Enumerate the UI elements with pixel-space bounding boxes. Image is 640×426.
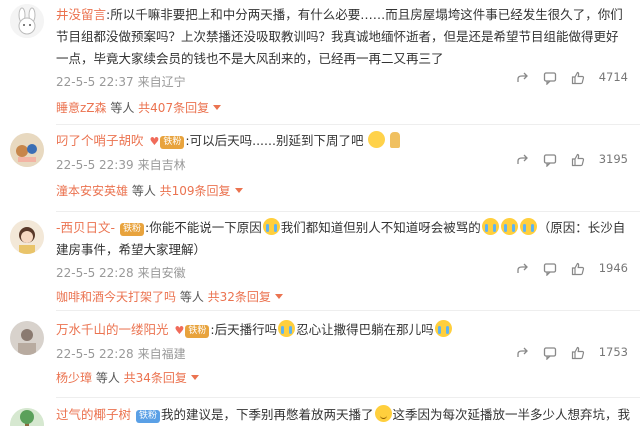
like-count: 1753 bbox=[598, 345, 628, 359]
figure-emoji-icon bbox=[390, 132, 401, 148]
avatar[interactable] bbox=[10, 133, 44, 167]
avatar[interactable] bbox=[10, 4, 44, 38]
location: 来自安徽 bbox=[137, 266, 186, 280]
comment-actions: 1753 bbox=[506, 345, 628, 360]
comment-item: 井没留言:所以千嘛非要把上和中分两天播，有什么必要……而且房屋塌垮这件事已经发生… bbox=[0, 0, 640, 124]
avatar[interactable] bbox=[10, 321, 44, 355]
heart-icon: ♥ bbox=[149, 135, 160, 148]
like-count: 4714 bbox=[598, 70, 628, 84]
timestamp: 22-5-5 22:37 bbox=[56, 75, 134, 89]
comment-actions: 4714 bbox=[506, 70, 628, 85]
comment-actions: 3195 bbox=[506, 152, 628, 167]
smile-emoji-icon bbox=[374, 405, 392, 422]
chevron-down-icon bbox=[213, 105, 222, 110]
share-icon[interactable] bbox=[516, 152, 530, 166]
share-icon[interactable] bbox=[516, 345, 530, 359]
avatar[interactable] bbox=[10, 408, 44, 426]
thumbs-up-icon bbox=[571, 153, 585, 166]
reply-username[interactable]: 睡意zZ森 bbox=[56, 101, 107, 115]
reply-count[interactable]: 共34条回复 bbox=[124, 371, 187, 385]
like-button[interactable]: 1946 bbox=[571, 261, 628, 275]
comment-text: 井没留言:所以千嘛非要把上和中分两天播，有什么必要……而且房屋塌垮这件事已经发生… bbox=[56, 7, 623, 66]
timestamp: 22-5-5 22:28 bbox=[56, 347, 134, 361]
reply-summary[interactable]: 杨少璋 等人 共34条回复 bbox=[56, 368, 630, 388]
thumbs-up-icon bbox=[571, 71, 585, 84]
comment-item: -西贝日文- 铁粉:你能不能说一下原因 我们都知道但别人不知道呀会被骂的 （原因：长… bbox=[0, 212, 640, 310]
fan-badge: 铁粉 bbox=[185, 325, 210, 338]
crying-emoji-icon bbox=[519, 218, 537, 235]
crying-emoji-icon bbox=[481, 218, 499, 235]
share-icon[interactable] bbox=[516, 261, 530, 275]
like-count: 3195 bbox=[598, 152, 628, 166]
username[interactable]: -西贝日文- bbox=[56, 220, 115, 235]
comment-text: 叼了个哨子胡吹 ♥ 铁粉:可以后天吗......别延到下周了吧 bbox=[56, 130, 630, 153]
crying-emoji-icon bbox=[434, 320, 452, 337]
thumbs-up-icon bbox=[571, 346, 585, 359]
crying-emoji-icon bbox=[500, 218, 518, 235]
comment-item: 过气的椰子树 铁粉 我的建议是，下季别再憋着放两天播了 这季因为每次延播放一半多少人… bbox=[0, 398, 640, 426]
reply-count[interactable]: 共32条回复 bbox=[208, 290, 271, 304]
chevron-down-icon bbox=[234, 188, 243, 193]
fan-badge: 铁粉 bbox=[136, 410, 161, 423]
reply-summary[interactable]: 潼本安安英雄 等人 共109条回复 bbox=[56, 181, 630, 201]
location: 来自吉林 bbox=[137, 158, 186, 172]
chevron-down-icon bbox=[190, 375, 199, 380]
comment-icon[interactable] bbox=[543, 261, 557, 276]
crying-emoji-icon bbox=[278, 320, 296, 337]
heart-icon: ♥ bbox=[174, 324, 185, 337]
comment-item: 万水千山的一缕阳光 ♥ 铁粉:后天播行吗 忍心让撒得巴躺在那儿吗 22-5-5 22… bbox=[0, 311, 640, 397]
comment-icon[interactable] bbox=[543, 345, 557, 360]
username[interactable]: 过气的椰子树 bbox=[56, 407, 131, 422]
comment-icon[interactable] bbox=[543, 70, 557, 85]
timestamp: 22-5-5 22:28 bbox=[56, 266, 134, 280]
crying-emoji-icon bbox=[262, 218, 280, 235]
like-count: 1946 bbox=[598, 261, 628, 275]
avatar[interactable] bbox=[10, 220, 44, 254]
reply-count[interactable]: 共407条回复 bbox=[138, 101, 209, 115]
reply-username[interactable]: 杨少璋 bbox=[56, 371, 92, 385]
comment-item: 叼了个哨子胡吹 ♥ 铁粉:可以后天吗......别延到下周了吧 22-5-5 22… bbox=[0, 125, 640, 211]
like-button[interactable]: 3195 bbox=[571, 152, 628, 166]
like-button[interactable]: 1753 bbox=[571, 345, 628, 359]
chevron-down-icon bbox=[274, 294, 283, 299]
comment-text: -西贝日文- 铁粉:你能不能说一下原因 我们都知道但别人不知道呀会被骂的 （原因：长… bbox=[56, 218, 626, 257]
share-icon[interactable] bbox=[516, 70, 530, 84]
timestamp: 22-5-5 22:39 bbox=[56, 158, 134, 172]
username[interactable]: 万水千山的一缕阳光 bbox=[56, 322, 169, 337]
comment-actions: 1946 bbox=[506, 261, 628, 276]
comment-text: 万水千山的一缕阳光 ♥ 铁粉:后天播行吗 忍心让撒得巴躺在那儿吗 bbox=[56, 319, 630, 342]
reply-summary[interactable]: 睡意zZ森 等人 共407条回复 bbox=[56, 98, 630, 118]
fan-badge: 铁粉 bbox=[120, 223, 145, 236]
username[interactable]: 叼了个哨子胡吹 bbox=[56, 133, 144, 148]
thumbs-up-icon bbox=[571, 262, 585, 275]
location: 来自福建 bbox=[137, 347, 186, 361]
username[interactable]: 井没留言 bbox=[56, 7, 106, 22]
comment-icon[interactable] bbox=[543, 152, 557, 167]
reply-username[interactable]: 咖啡和酒今天打架了吗 bbox=[56, 290, 176, 304]
reply-count[interactable]: 共109条回复 bbox=[160, 184, 231, 198]
reply-username[interactable]: 潼本安安英雄 bbox=[56, 184, 128, 198]
fan-badge: 铁粉 bbox=[160, 136, 185, 149]
location: 来自辽宁 bbox=[137, 75, 186, 89]
sweat-emoji-icon bbox=[368, 131, 386, 148]
comment-text: 过气的椰子树 铁粉 我的建议是，下季别再憋着放两天播了 这季因为每次延播放一半多少人… bbox=[56, 405, 631, 423]
reply-summary[interactable]: 咖啡和酒今天打架了吗 等人 共32条回复 bbox=[56, 287, 630, 307]
like-button[interactable]: 4714 bbox=[571, 70, 628, 84]
